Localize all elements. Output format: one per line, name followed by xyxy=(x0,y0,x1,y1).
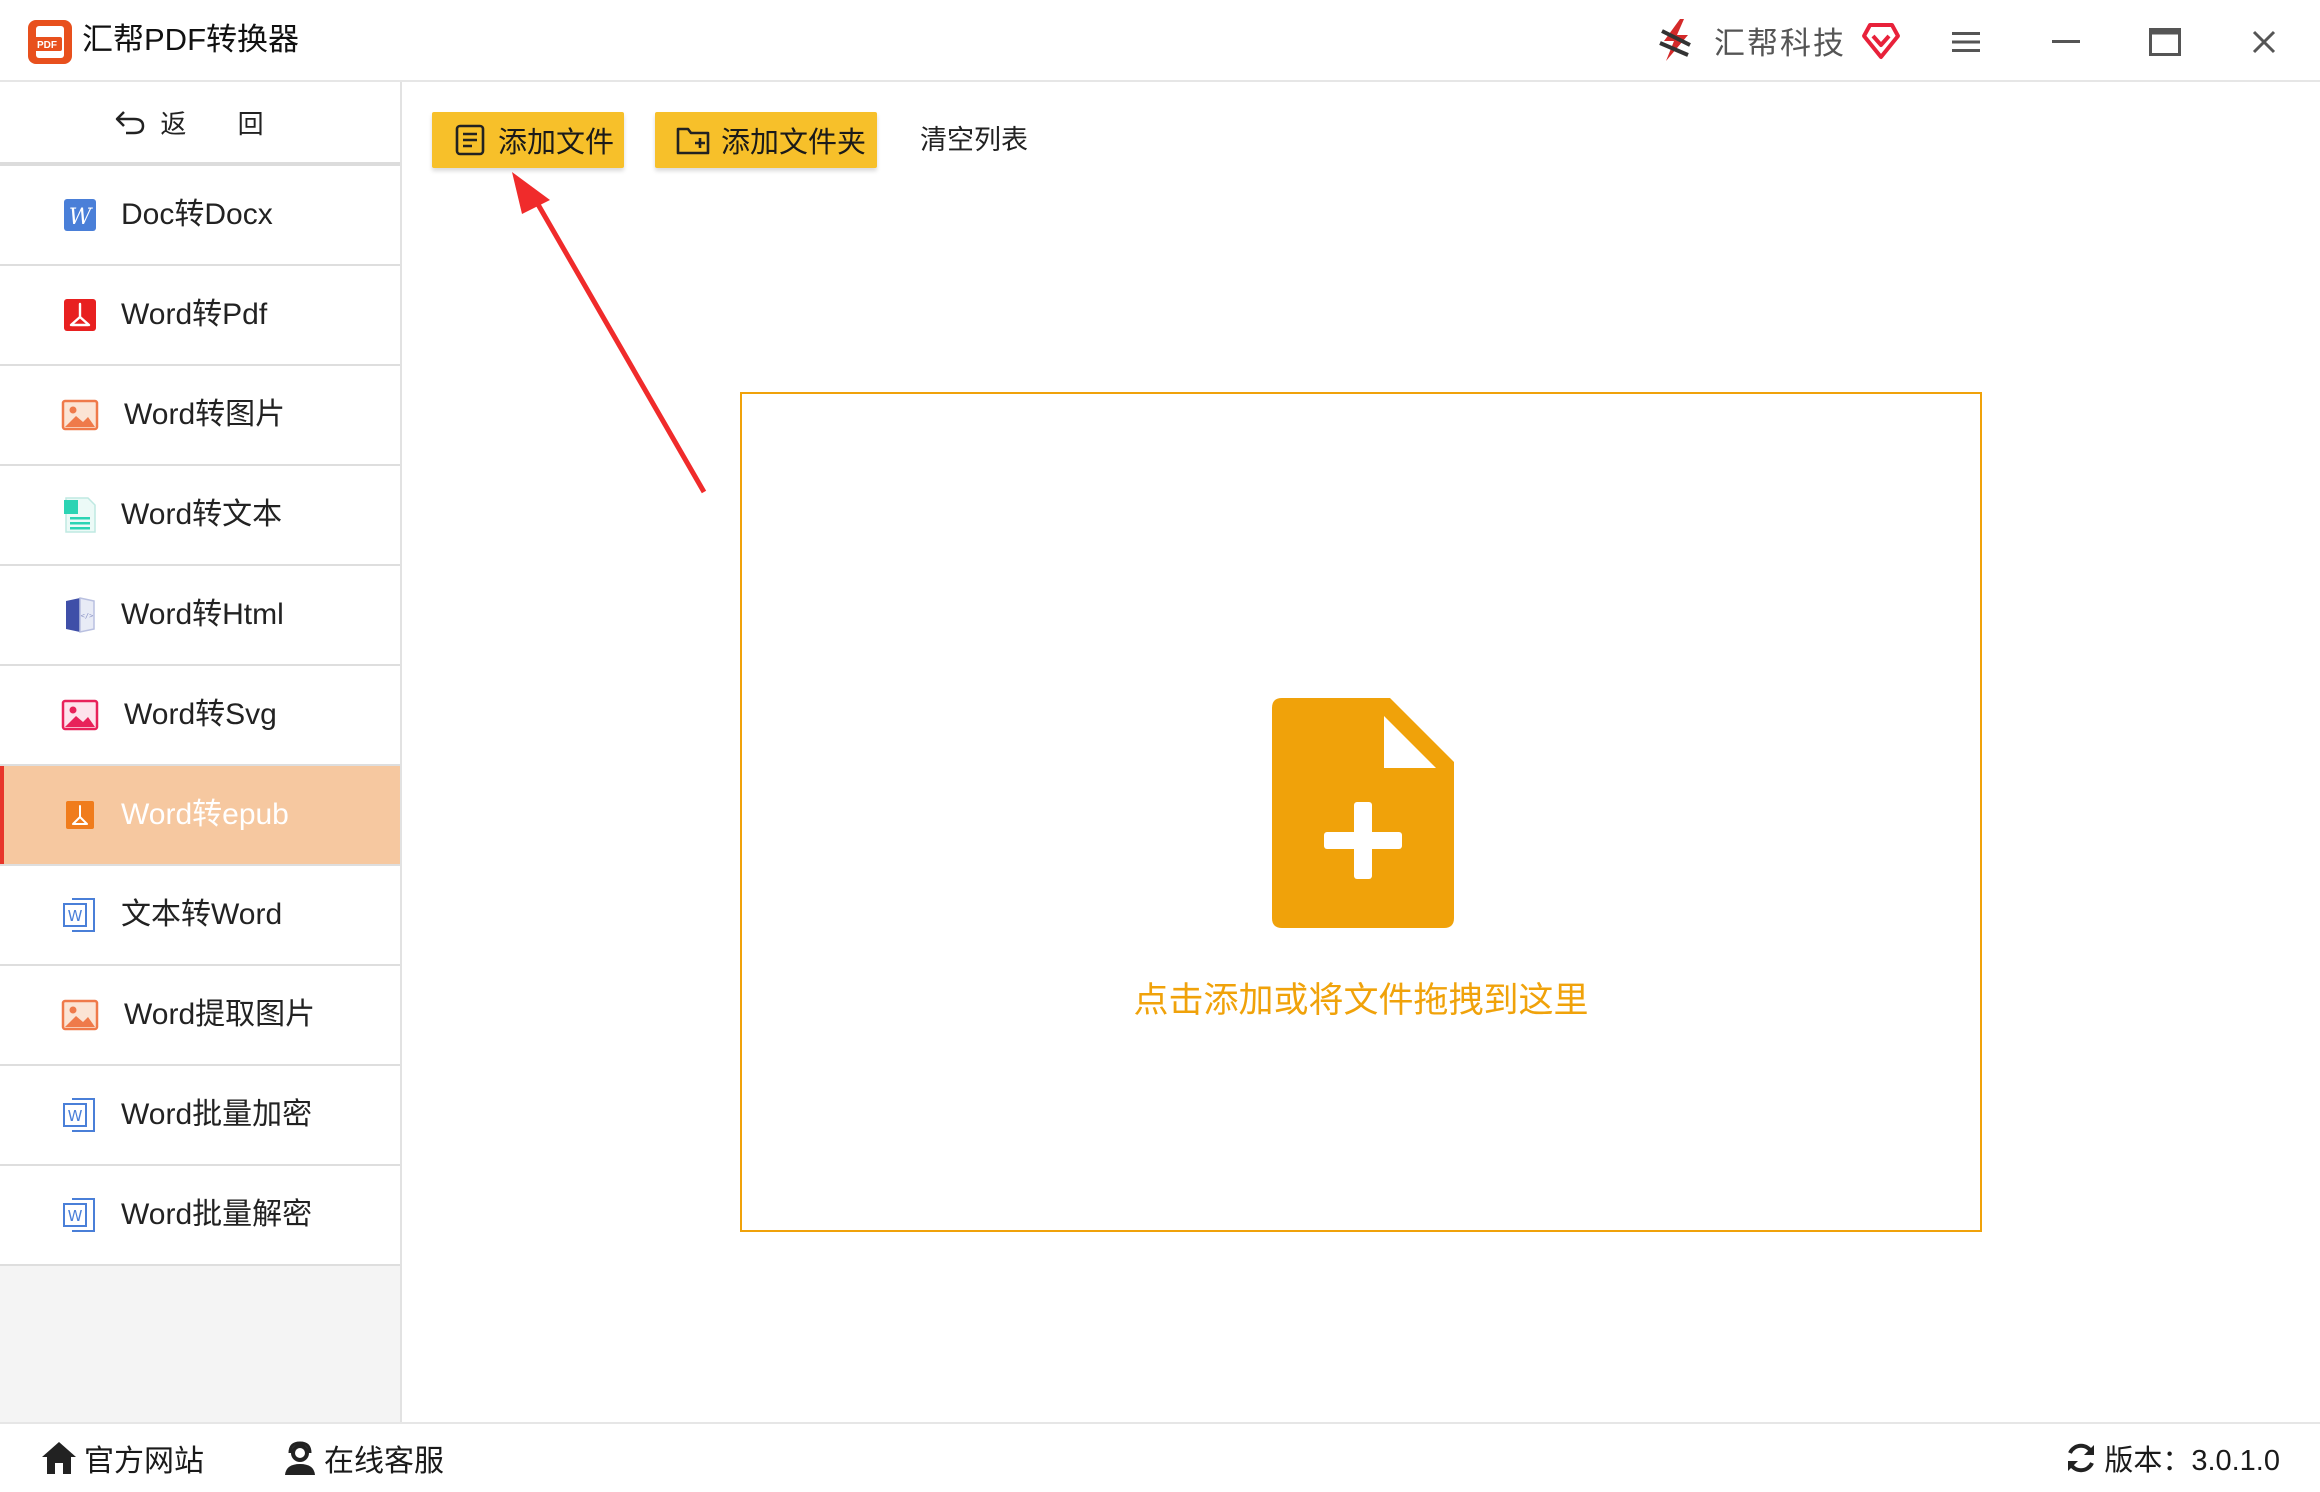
online-support-link[interactable]: 在线客服 xyxy=(282,1436,444,1480)
word-doc-icon: W xyxy=(63,1198,95,1232)
sidebar-item-label: Word转epub xyxy=(121,798,289,831)
sidebar: 返 回 W Doc转Docx Word转Pdf Word转图片 Word转文本 … xyxy=(0,82,402,1422)
menu-button[interactable] xyxy=(1938,14,1994,70)
sidebar-item-word-to-image[interactable]: Word转图片 xyxy=(0,366,400,466)
sidebar-item-label: Word转图片 xyxy=(124,398,286,431)
html-book-icon: </> xyxy=(66,597,95,633)
vip-heart-icon[interactable] xyxy=(1860,19,1902,61)
version-label: 版本：3.0.1.0 xyxy=(2104,1445,2280,1477)
app-logo-icon: PDF xyxy=(28,20,72,64)
online-support-label: 在线客服 xyxy=(324,1445,444,1478)
add-folder-icon xyxy=(676,127,710,155)
svg-text:PDF: PDF xyxy=(37,40,57,51)
add-file-label: 添加文件 xyxy=(498,127,615,159)
sidebar-item-label: Word批量加密 xyxy=(121,1098,313,1131)
sidebar-item-word-batch-decrypt[interactable]: W Word批量解密 xyxy=(0,1166,400,1266)
svg-text:W: W xyxy=(68,907,83,925)
official-website-link[interactable]: 官方网站 xyxy=(40,1436,204,1480)
word-doc-icon: W xyxy=(63,1098,95,1132)
add-file-icon xyxy=(455,124,485,156)
sidebar-item-label: 文本转Word xyxy=(121,898,283,931)
svg-text:W: W xyxy=(69,205,94,230)
brand-logo-icon xyxy=(1659,19,1691,61)
clear-list-button[interactable]: 清空列表 xyxy=(920,112,1028,168)
minimize-icon xyxy=(2052,40,2080,43)
svg-text:</>: </> xyxy=(81,612,94,620)
home-icon xyxy=(42,1442,76,1474)
brand-name: 汇帮科技 xyxy=(1714,25,1846,61)
refresh-icon xyxy=(2068,1443,2095,1473)
add-file-button[interactable]: 添加文件 xyxy=(432,112,624,168)
add-folder-label: 添加文件夹 xyxy=(721,127,867,159)
sidebar-item-word-extract-images[interactable]: Word提取图片 xyxy=(0,966,400,1066)
sidebar-item-doc-to-docx[interactable]: W Doc转Docx xyxy=(0,166,400,266)
sidebar-item-word-to-text[interactable]: Word转文本 xyxy=(0,466,400,566)
svg-text:W: W xyxy=(68,1207,83,1225)
sidebar-item-text-to-word[interactable]: W 文本转Word xyxy=(0,866,400,966)
back-arrow-icon xyxy=(116,111,145,135)
back-label: 返 回 xyxy=(160,108,286,139)
word-w-icon: W xyxy=(64,199,96,231)
hamburger-menu-icon xyxy=(1952,32,1980,52)
sidebar-item-word-to-pdf[interactable]: Word转Pdf xyxy=(0,266,400,366)
file-drop-zone[interactable]: 点击添加或将文件拖拽到这里 xyxy=(740,392,1982,1232)
app-title: 汇帮PDF转换器 xyxy=(82,22,299,57)
title-bar: PDF 汇帮PDF转换器 汇帮科技 xyxy=(0,0,2320,82)
pdf-icon xyxy=(64,299,96,331)
version-info[interactable]: 版本：3.0.1.0 xyxy=(2064,1436,2280,1480)
epub-icon xyxy=(66,801,94,829)
sidebar-item-word-to-html[interactable]: </> Word转Html xyxy=(0,566,400,666)
sidebar-item-word-to-svg[interactable]: Word转Svg xyxy=(0,666,400,766)
sidebar-item-label: Word提取图片 xyxy=(124,998,316,1031)
svg-text:W: W xyxy=(68,1107,83,1125)
add-document-icon xyxy=(1272,698,1454,928)
close-icon xyxy=(2252,30,2276,54)
back-button[interactable]: 返 回 xyxy=(0,82,400,166)
brand-area[interactable]: 汇帮科技 xyxy=(1650,14,1902,66)
image-icon xyxy=(61,399,99,431)
maximize-icon xyxy=(2149,28,2181,56)
annotation-arrow xyxy=(512,172,707,494)
sidebar-item-word-to-epub[interactable]: Word转epub xyxy=(0,766,400,866)
sidebar-item-label: Word批量解密 xyxy=(121,1198,313,1231)
maximize-button[interactable] xyxy=(2137,14,2193,70)
image-icon xyxy=(61,999,99,1031)
text-doc-icon xyxy=(64,497,96,533)
sidebar-item-label: Word转Html xyxy=(121,598,284,631)
sidebar-item-label: Word转Pdf xyxy=(121,298,268,331)
drop-hint-text: 点击添加或将文件拖拽到这里 xyxy=(1133,981,1589,1020)
conversion-menu: W Doc转Docx Word转Pdf Word转图片 Word转文本 </> … xyxy=(0,166,400,1266)
customer-service-icon xyxy=(285,1441,315,1475)
sidebar-item-label: Doc转Docx xyxy=(121,198,273,231)
svg-image-icon xyxy=(61,699,99,731)
sidebar-item-label: Word转文本 xyxy=(121,498,283,531)
add-folder-button[interactable]: 添加文件夹 xyxy=(655,112,877,168)
word-doc-icon: W xyxy=(63,898,95,932)
close-button[interactable] xyxy=(2236,14,2292,70)
official-website-label: 官方网站 xyxy=(84,1445,204,1478)
sidebar-item-label: Word转Svg xyxy=(124,698,277,731)
footer-bar: 官方网站 在线客服 版本：3.0.1.0 xyxy=(0,1422,2320,1492)
minimize-button[interactable] xyxy=(2038,14,2094,70)
sidebar-item-word-batch-encrypt[interactable]: W Word批量加密 xyxy=(0,1066,400,1166)
